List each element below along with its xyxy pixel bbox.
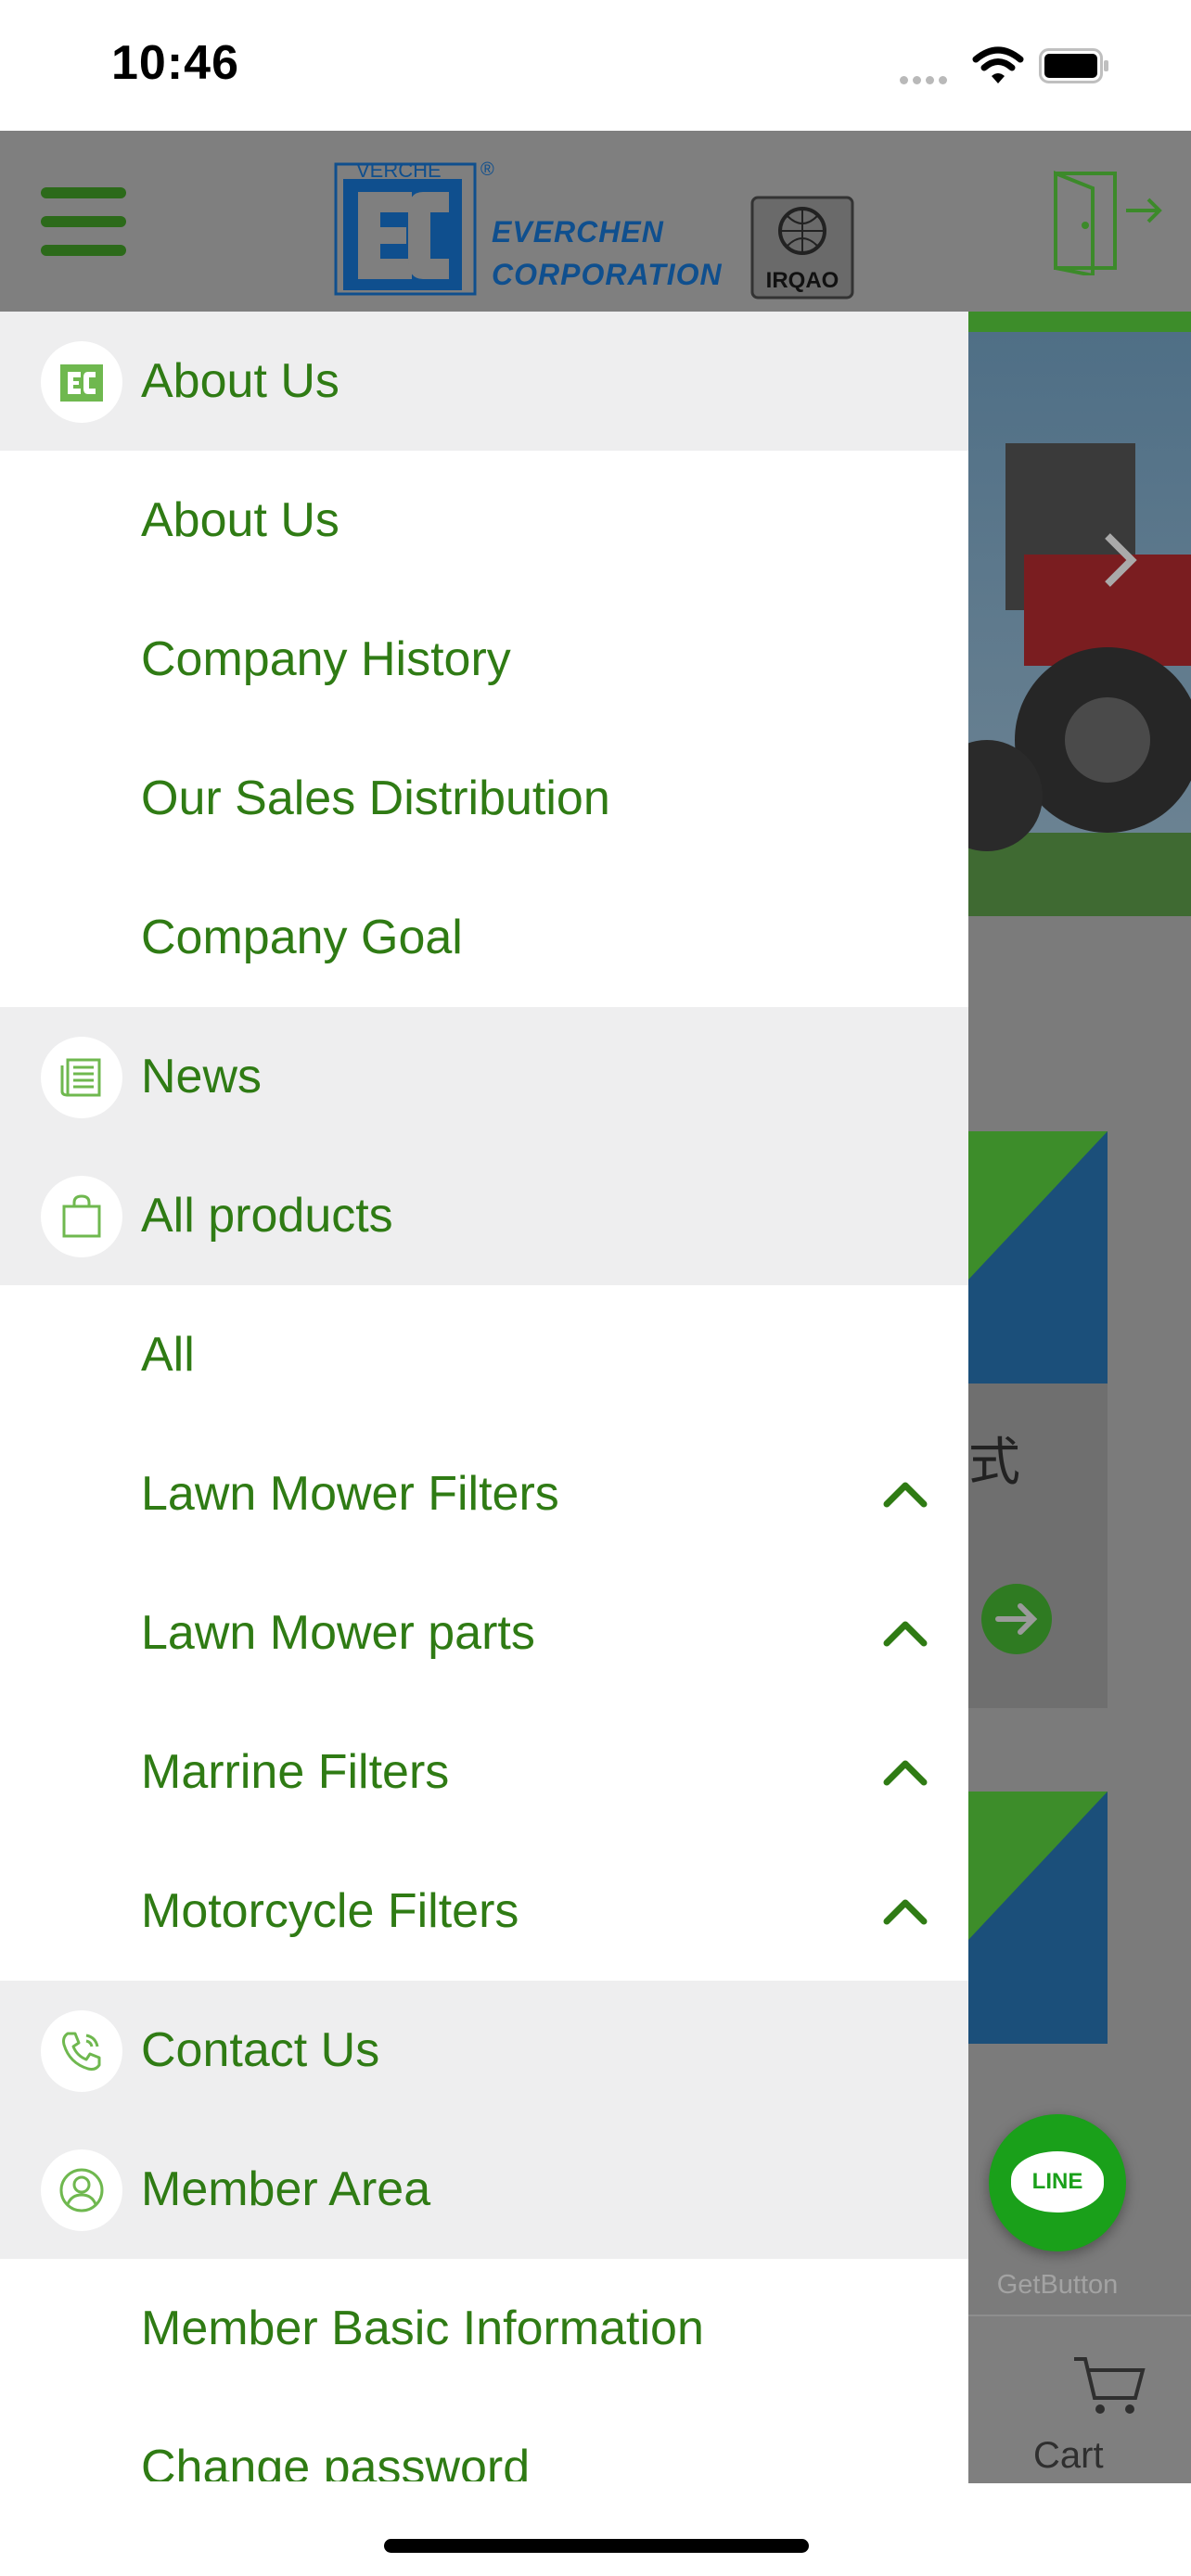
getbutton-label: GetButton xyxy=(996,2270,1119,2300)
signal-icon xyxy=(900,72,952,89)
menu-label: Lawn Mower parts xyxy=(141,1606,535,1660)
menu-section-about-us[interactable]: About Us xyxy=(0,312,968,451)
cart-icon[interactable] xyxy=(1070,2352,1146,2418)
menu-item-marrine-filters[interactable]: Marrine Filters xyxy=(0,1702,968,1842)
menu-item-sales-distribution[interactable]: Our Sales Distribution xyxy=(0,729,968,868)
menu-label: News xyxy=(141,1050,263,1103)
menu-section-contact-us[interactable]: Contact Us xyxy=(0,1981,968,2120)
company-name-line1: EVERCHEN xyxy=(492,215,664,249)
menu-item-change-password[interactable]: Change password xyxy=(0,2398,968,2481)
menu-label: Marrine Filters xyxy=(141,1745,450,1799)
menu-label: All xyxy=(141,1328,195,1382)
battery-icon xyxy=(1039,48,1108,83)
menu-item-all[interactable]: All xyxy=(0,1285,968,1424)
menu-section-all-products[interactable]: All products xyxy=(0,1146,968,1285)
menu-label: Company History xyxy=(141,632,511,686)
product-card-image xyxy=(968,1131,1108,1384)
menu-item-company-history[interactable]: Company History xyxy=(0,590,968,729)
menu-item-company-goal[interactable]: Company Goal xyxy=(0,868,968,1007)
wifi-icon xyxy=(972,46,1024,83)
line-button-label: LINE xyxy=(1011,2151,1104,2213)
arrow-right-circle-icon[interactable] xyxy=(980,1582,1054,1656)
chevron-up-icon[interactable] xyxy=(879,1890,931,1931)
menu-label: Member Basic Information xyxy=(141,2302,704,2355)
phone-icon xyxy=(41,2010,122,2092)
news-icon xyxy=(41,1037,122,1118)
menu-label: Member Area xyxy=(141,2162,431,2216)
menu-label: All products xyxy=(141,1189,393,1243)
banner-tractor-image xyxy=(968,332,1191,916)
menu-label: Our Sales Distribution xyxy=(141,772,610,825)
menu-label: Contact Us xyxy=(141,2023,380,2077)
menu-label: Lawn Mower Filters xyxy=(141,1467,559,1521)
status-time: 10:46 xyxy=(111,36,239,90)
navigation-drawer: About Us About Us Company History Our Sa… xyxy=(0,312,968,2481)
chevron-up-icon[interactable] xyxy=(879,1612,931,1652)
company-name: EVERCHEN CORPORATION xyxy=(492,210,723,296)
product-card[interactable] xyxy=(968,1131,1108,1388)
product-card-image-2 xyxy=(968,1792,1108,2044)
menu-label: About Us xyxy=(141,493,339,547)
tab-cart-label[interactable]: Cart xyxy=(1033,2435,1191,2477)
menu-label: About Us xyxy=(141,354,339,408)
menu-label: Company Goal xyxy=(141,911,463,964)
about-us-logo-icon xyxy=(41,341,122,423)
hamburger-menu-icon[interactable] xyxy=(41,187,126,256)
logo-mark-text: VERCHE xyxy=(356,159,442,182)
status-bar: 10:46 xyxy=(0,0,1191,131)
app-header: ® VERCHE EVERCHEN CORPORATION IRQAO xyxy=(0,131,1191,312)
menu-item-about-us[interactable]: About Us xyxy=(0,451,968,590)
menu-item-member-basic-information[interactable]: Member Basic Information xyxy=(0,2259,968,2398)
menu-section-news[interactable]: News xyxy=(0,1007,968,1146)
chevron-up-icon[interactable] xyxy=(879,1473,931,1513)
menu-item-motorcycle-filters[interactable]: Motorcycle Filters xyxy=(0,1842,968,1981)
user-icon xyxy=(41,2149,122,2231)
menu-label: Motorcycle Filters xyxy=(141,1884,519,1938)
line-chat-button[interactable]: LINE xyxy=(989,2114,1126,2251)
svg-text:®: ® xyxy=(480,159,494,180)
logout-door-icon[interactable] xyxy=(1048,166,1167,275)
background-accent-bar xyxy=(968,312,1191,332)
product-card-body: 式 xyxy=(968,1384,1108,1708)
chevron-up-icon[interactable] xyxy=(879,1751,931,1792)
company-logo: ® VERCHE EVERCHEN CORPORATION IRQAO xyxy=(330,151,868,300)
menu-section-member-area[interactable]: Member Area xyxy=(0,2120,968,2259)
home-indicator[interactable] xyxy=(384,2539,809,2553)
menu-label: Change password xyxy=(141,2441,531,2481)
menu-item-lawn-mower-parts[interactable]: Lawn Mower parts xyxy=(0,1563,968,1702)
tab-bar: Cart xyxy=(968,2315,1191,2483)
shopping-bag-icon xyxy=(41,1176,122,1257)
certification-badge-text: IRQAO xyxy=(765,268,839,293)
menu-item-lawn-mower-filters[interactable]: Lawn Mower Filters xyxy=(0,1424,968,1563)
company-name-line2: CORPORATION xyxy=(492,258,723,291)
product-card-text: 式 xyxy=(968,1433,1020,1493)
